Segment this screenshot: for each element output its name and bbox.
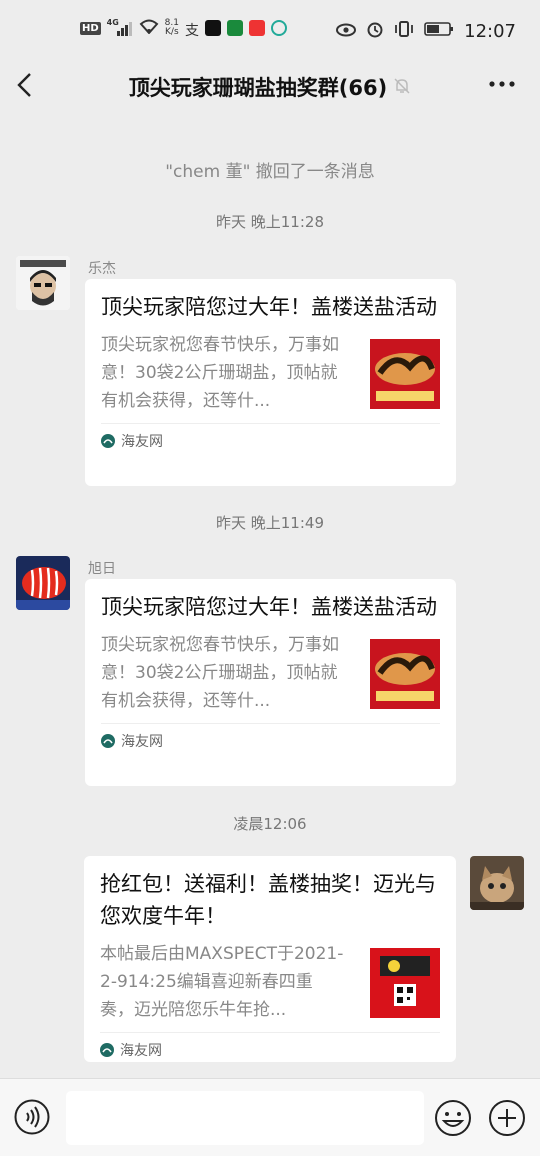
status-right: 12:07: [336, 20, 516, 43]
plus-icon[interactable]: [488, 1099, 526, 1137]
card-source: 海友网: [101, 723, 440, 757]
avatar[interactable]: [16, 556, 70, 610]
wifi-icon: [139, 18, 159, 38]
signal-icon: 4G: [107, 18, 133, 36]
capcut-icon: [205, 20, 221, 36]
card-description: 顶尖玩家祝您春节快乐，万事如意！30袋2公斤珊瑚盐，顶帖就有机会获得，还等什..…: [101, 335, 339, 411]
source-logo-icon: [101, 734, 115, 748]
card-description: 顶尖玩家祝您春节快乐，万事如意！30袋2公斤珊瑚盐，顶帖就有机会获得，还等什..…: [101, 635, 339, 711]
source-logo-icon: [100, 1043, 114, 1057]
card-body: 顶尖玩家祝您春节快乐，万事如意！30袋2公斤珊瑚盐，顶帖就有机会获得，还等什..…: [101, 631, 440, 715]
emoji-icon[interactable]: [434, 1099, 472, 1137]
card-body: 顶尖玩家祝您春节快乐，万事如意！30袋2公斤珊瑚盐，顶帖就有机会获得，还等什..…: [101, 331, 440, 415]
timestamp: 昨天 晚上11:28: [216, 213, 324, 231]
source-logo-icon: [101, 434, 115, 448]
card-source: 海友网: [100, 1032, 440, 1066]
link-card[interactable]: 顶尖玩家陪您过大年！盖楼送盐活动 顶尖玩家祝您春节快乐，万事如意！30袋2公斤珊…: [85, 279, 456, 486]
battery-icon: [424, 21, 454, 42]
status-bar: HD 4G 8.1 K/s 支 12:07: [0, 0, 540, 62]
input-bar: [0, 1078, 540, 1156]
timestamp: 凌晨12:06: [233, 815, 307, 833]
app-circle-icon: [271, 20, 287, 36]
card-thumbnail: [370, 639, 440, 709]
card-source: 海友网: [101, 423, 440, 457]
avatar[interactable]: [16, 256, 70, 310]
link-card[interactable]: 顶尖玩家陪您过大年！盖楼送盐活动 顶尖玩家祝您春节快乐，万事如意！30袋2公斤珊…: [85, 579, 456, 786]
chat-title: 顶尖玩家珊瑚盐抽奖群(66): [0, 72, 540, 102]
voice-icon[interactable]: [14, 1099, 50, 1135]
card-title: 顶尖玩家陪您过大年！盖楼送盐活动: [101, 595, 437, 619]
video-app-icon: [227, 20, 243, 36]
app-icon: 支: [185, 23, 199, 39]
card-body: 本帖最后由MAXSPECT于2021-2-914:25编辑喜迎新春四重奏，迈光陪…: [100, 940, 440, 1024]
card-title: 抢红包！送福利！盖楼抽奖！迈光与您欢度牛年！: [100, 872, 436, 928]
card-thumbnail: [370, 339, 440, 409]
timestamp: 昨天 晚上11:49: [216, 514, 324, 532]
recall-notice: "chem 董" 撤回了一条消息: [165, 162, 375, 182]
card-description: 本帖最后由MAXSPECT于2021-2-914:25编辑喜迎新春四重奏，迈光陪…: [100, 944, 344, 1020]
alarm-icon: [366, 20, 384, 43]
more-dots-icon[interactable]: [488, 68, 516, 104]
app-red-icon: [249, 20, 265, 36]
net-rate: 8.1 K/s: [164, 18, 179, 37]
avatar-self[interactable]: [470, 856, 524, 910]
eye-icon: [336, 21, 357, 42]
hd-badge: HD: [80, 21, 101, 35]
vibrate-icon: [394, 20, 414, 43]
bell-off-icon: [393, 77, 411, 99]
status-left: HD 4G 8.1 K/s 支: [80, 18, 287, 39]
message-input[interactable]: [66, 1091, 424, 1145]
sender-name: 旭日: [88, 561, 116, 577]
sender-name: 乐杰: [88, 261, 116, 277]
chat-header: 顶尖玩家珊瑚盐抽奖群(66): [0, 62, 540, 114]
card-thumbnail: [370, 948, 440, 1018]
card-title: 顶尖玩家陪您过大年！盖楼送盐活动: [101, 295, 437, 319]
clock-time: 12:07: [464, 21, 516, 42]
link-card[interactable]: 抢红包！送福利！盖楼抽奖！迈光与您欢度牛年！ 本帖最后由MAXSPECT于202…: [84, 856, 456, 1062]
